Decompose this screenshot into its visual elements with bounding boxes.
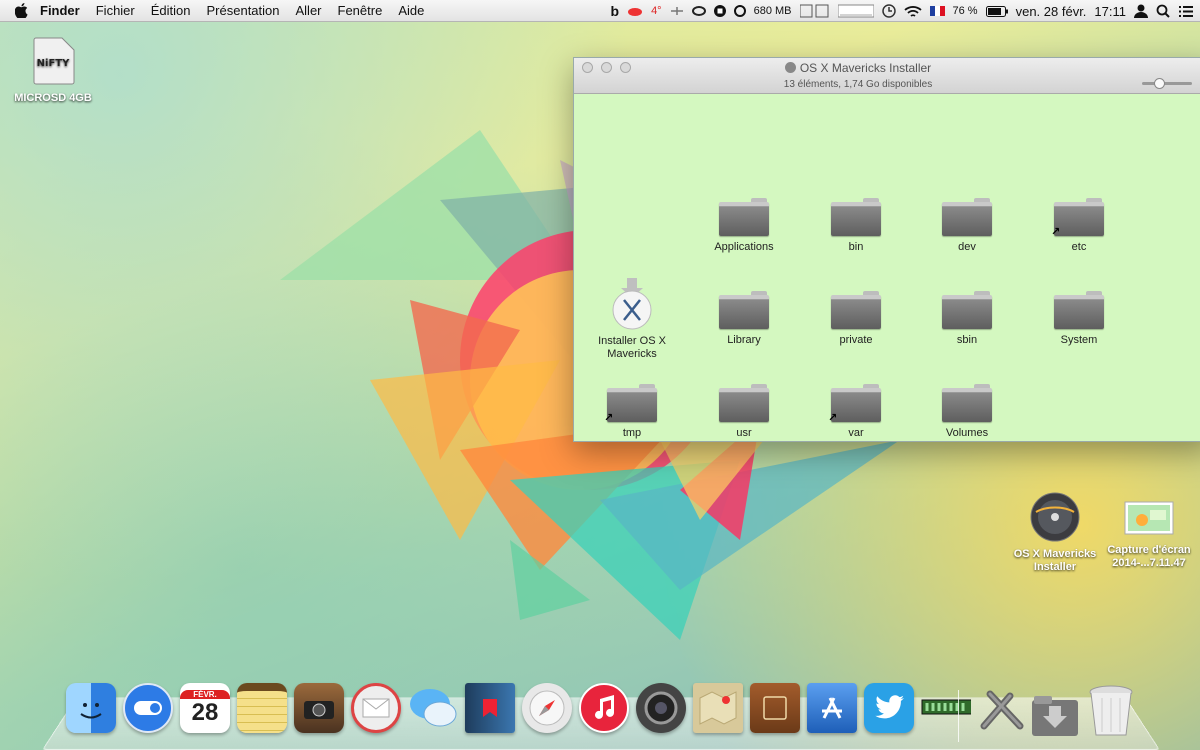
weather-temp: 4° [651, 5, 662, 17]
menu-presentation[interactable]: Présentation [199, 3, 288, 18]
item-usr[interactable]: usr [694, 384, 794, 440]
folder-icon [942, 384, 992, 422]
screenshot-label-2: 2014-...7.11.47 [1112, 557, 1186, 569]
window-titlebar[interactable]: OS X Mavericks Installer 13 éléments, 1,… [574, 58, 1200, 94]
desktop-drive-label: MICROSD 4GB [14, 92, 92, 104]
item-applications[interactable]: Applications [694, 198, 794, 254]
flag-fr-icon[interactable] [929, 6, 945, 16]
activity-graph-icon[interactable] [837, 4, 874, 18]
memory-monitor-icon[interactable] [921, 683, 971, 733]
folder-icon [831, 291, 881, 329]
item-var[interactable]: ↗ var [806, 384, 906, 440]
item-etc[interactable]: ↗ etc [1029, 198, 1129, 254]
cup-icon[interactable] [691, 5, 706, 17]
dock-apps: FÉVR. 28 [66, 683, 971, 733]
user-icon[interactable] [1134, 4, 1148, 18]
folder-icon [831, 198, 881, 236]
apple-menu-icon[interactable] [10, 3, 32, 18]
battery-percent: 76 % [952, 5, 978, 17]
dock-separator [958, 690, 959, 742]
downloads-stack-icon[interactable] [1030, 692, 1080, 738]
folder-icon [942, 198, 992, 236]
item-dev[interactable]: dev [917, 198, 1017, 254]
network-icon[interactable] [670, 6, 684, 16]
window-title: OS X Mavericks Installer [574, 61, 1142, 75]
menu-finder[interactable]: Finder [32, 3, 88, 18]
folder-icon [719, 198, 769, 236]
folder-alias-icon: ↗ [604, 384, 657, 424]
folder-alias-icon: ↗ [1051, 198, 1104, 238]
app-store-icon[interactable] [807, 683, 857, 733]
photo-booth-icon[interactable] [294, 683, 344, 733]
ibooks-icon[interactable] [465, 683, 515, 733]
item-library[interactable]: Library [694, 291, 794, 347]
battery-icon[interactable] [985, 5, 1008, 17]
disk-icon [784, 62, 796, 73]
facetime-icon[interactable] [636, 683, 686, 733]
calendar-icon[interactable]: FÉVR. 28 [180, 683, 230, 733]
stop-icon[interactable] [713, 5, 726, 17]
folder-icon [942, 291, 992, 329]
calendar-day: 28 [191, 698, 219, 726]
menu-date[interactable]: ven. 28 févr. [1016, 4, 1087, 19]
desktop-screenshot-file[interactable]: Capture d'écran 2014-...7.11.47 [1102, 498, 1196, 570]
dictionary-icon[interactable] [750, 683, 800, 733]
itunes-icon[interactable] [579, 683, 629, 733]
item-volumes[interactable]: Volumes [917, 384, 1017, 440]
safari-icon[interactable] [522, 683, 572, 733]
menu-bar: Finder Fichier Édition Présentation Alle… [0, 0, 1200, 22]
icon-size-slider[interactable] [1142, 78, 1192, 89]
spotlight-search-icon[interactable] [1156, 4, 1170, 18]
cpu-icon[interactable] [799, 4, 830, 18]
screenshot-label-1: Capture d'écran [1107, 544, 1191, 556]
window-status: 13 éléments, 1,74 Go disponibles [783, 79, 933, 90]
menu-aide[interactable]: Aide [390, 3, 432, 18]
desktop-installer-disk[interactable]: OS X Mavericks Installer [1010, 492, 1100, 574]
folder-icon [1054, 291, 1104, 329]
screenshot-thumbnail-icon [1124, 501, 1174, 535]
item-bin[interactable]: bin [806, 198, 906, 254]
item-private[interactable]: private [806, 291, 906, 347]
b-app-icon[interactable]: b [611, 3, 620, 19]
folder-icon [719, 384, 769, 422]
twitter-icon[interactable] [864, 683, 914, 733]
menu-fenetre[interactable]: Fenêtre [330, 3, 391, 18]
mail-icon[interactable] [351, 683, 401, 733]
svg-text:NiFTY: NiFTY [37, 58, 70, 69]
notes-icon[interactable] [237, 683, 287, 733]
wifi-icon[interactable] [903, 5, 922, 18]
memory-value: 680 MB [753, 5, 792, 17]
menu-aller[interactable]: Aller [288, 3, 330, 18]
time-machine-icon[interactable] [881, 4, 896, 18]
slider-knob[interactable] [1154, 78, 1165, 89]
utilities-folder-icon[interactable] [976, 686, 1026, 736]
installer-disk-label-2: Installer [1033, 561, 1077, 573]
messages-icon[interactable] [408, 683, 458, 733]
item-tmp[interactable]: ↗ tmp [582, 384, 682, 440]
sd-card-icon: NiFTY [33, 37, 75, 85]
memory-icon[interactable] [733, 5, 746, 17]
menu-edition[interactable]: Édition [143, 3, 199, 18]
calendar-month: FÉVR. [180, 689, 230, 699]
installer-disk-icon [1030, 492, 1080, 542]
weather-icon[interactable] [627, 6, 643, 16]
finder-icon[interactable] [66, 683, 116, 733]
installer-app-icon [612, 278, 652, 330]
menu-fichier[interactable]: Fichier [88, 3, 143, 18]
installer-disk-label-1: OS X Mavericks [1013, 548, 1097, 560]
item-system[interactable]: System [1029, 291, 1129, 347]
item-installer-os-x-mavericks[interactable]: Installer OS X Mavericks [582, 278, 682, 361]
maps-icon[interactable] [693, 683, 743, 733]
toggle-app-icon[interactable] [123, 683, 173, 733]
finder-window[interactable]: OS X Mavericks Installer 13 éléments, 1,… [573, 57, 1200, 442]
notification-center-icon[interactable] [1178, 5, 1194, 18]
trash-icon[interactable] [1088, 684, 1134, 738]
item-sbin[interactable]: sbin [917, 291, 1017, 347]
status-area: b 4° 680 MB 76 % ven. 28 févr. 17:11 [611, 0, 1195, 22]
folder-icon [719, 291, 769, 329]
desktop-drive-microsd[interactable]: NiFTY MICROSD 4GB [10, 36, 96, 105]
folder-alias-icon: ↗ [828, 384, 881, 424]
menu-clock[interactable]: 17:11 [1094, 4, 1126, 19]
